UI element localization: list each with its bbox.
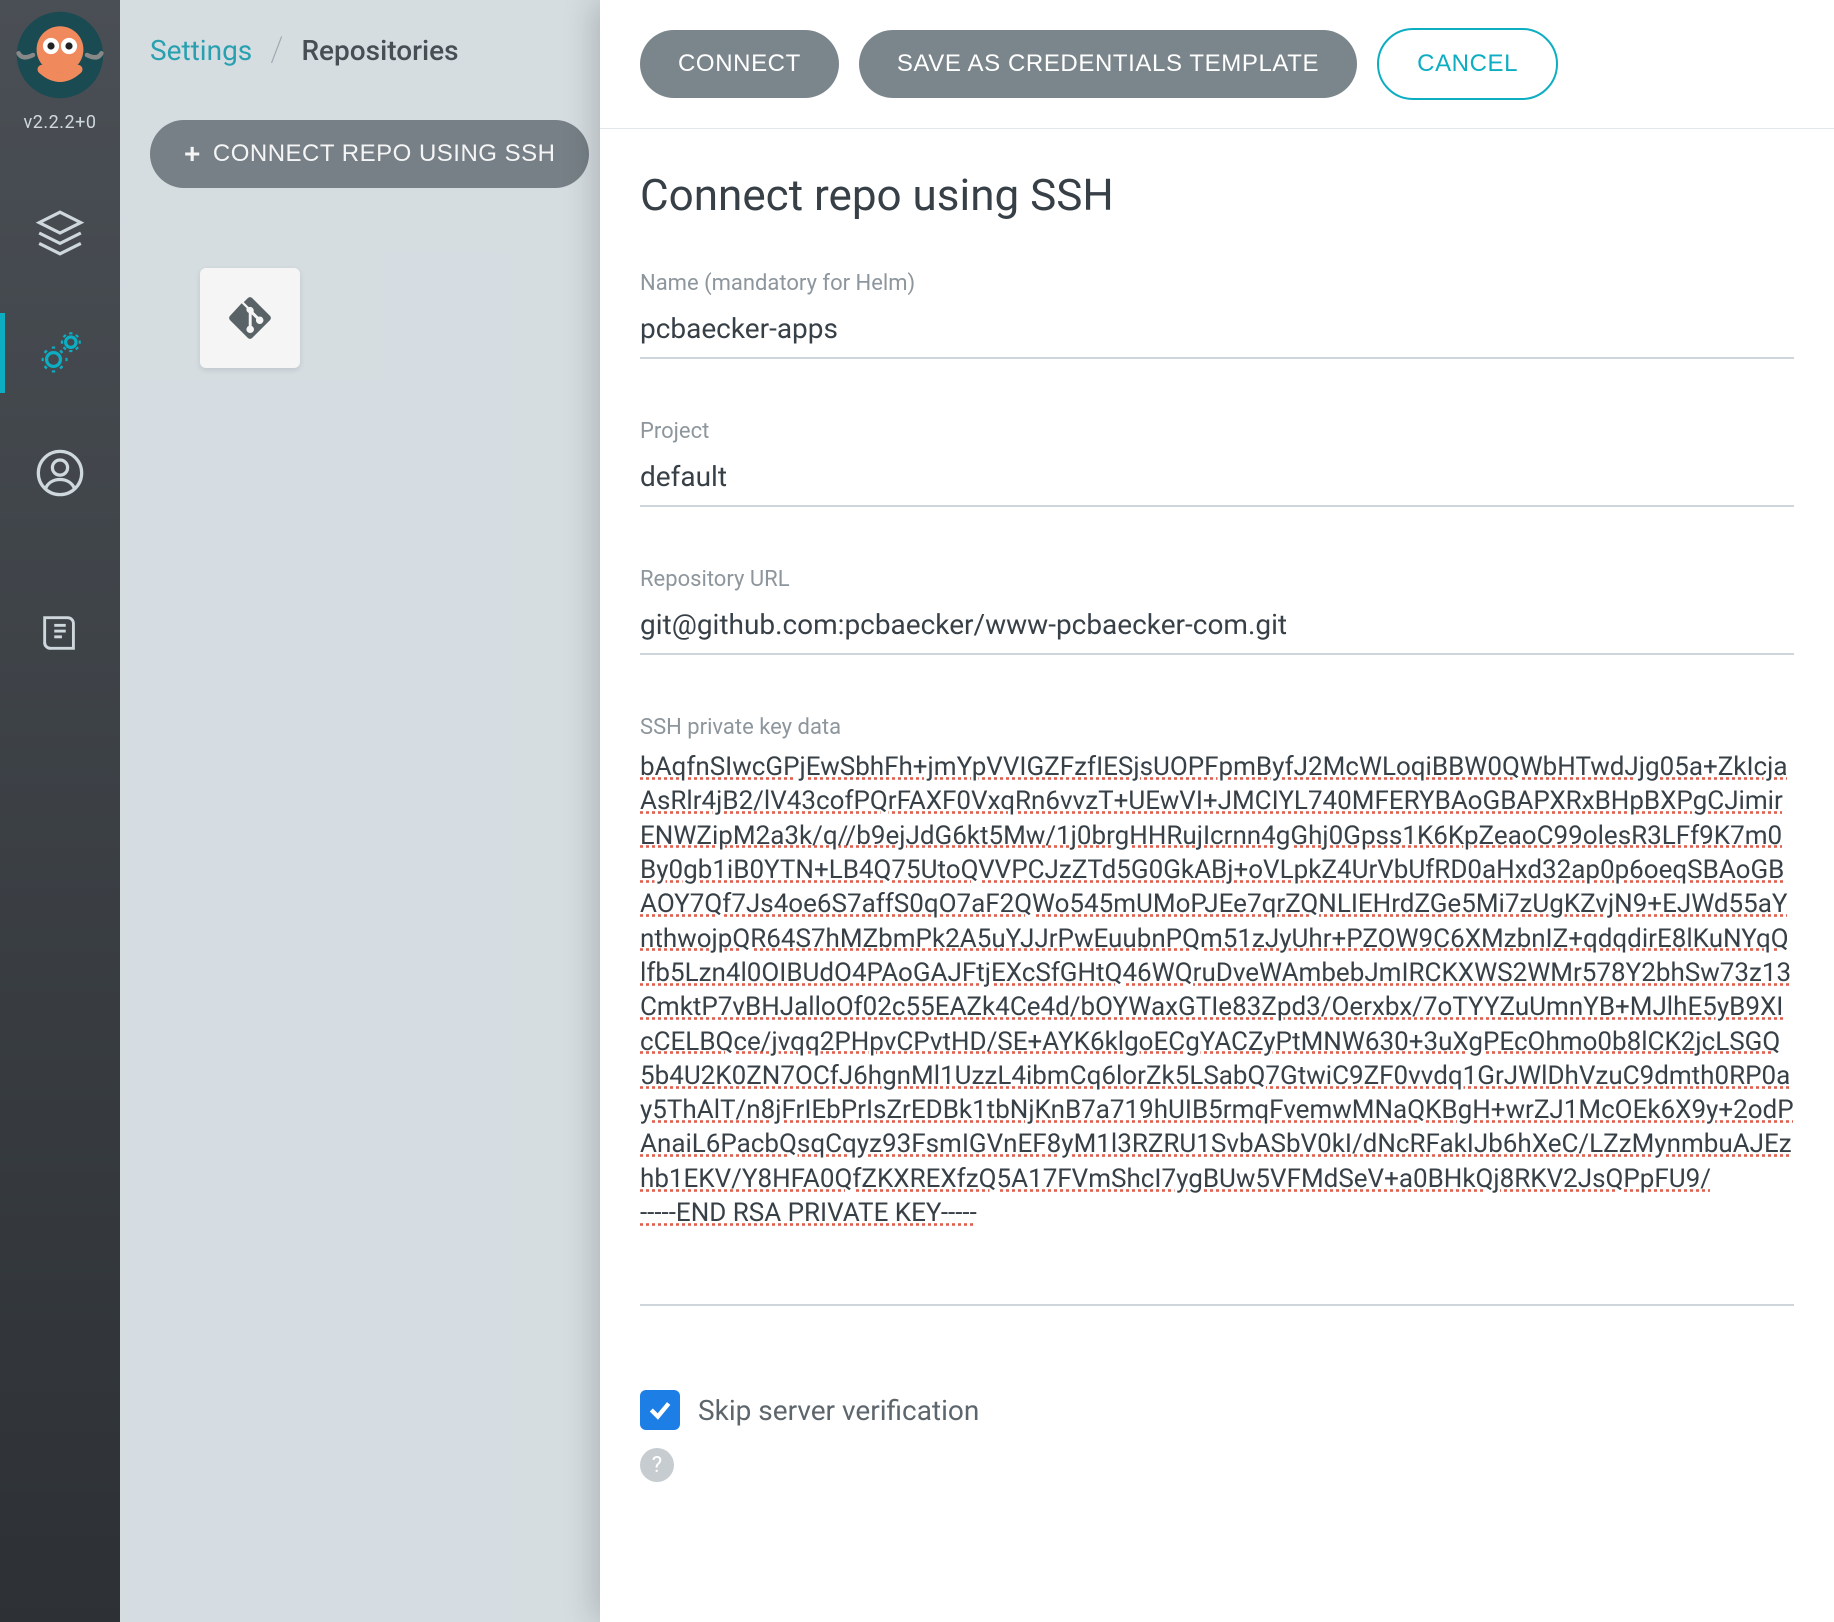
sidebar-item-docs[interactable]: [0, 573, 120, 693]
book-icon: [37, 610, 83, 656]
repo-url-field-label: Repository URL: [640, 567, 1794, 592]
name-field[interactable]: [640, 302, 1794, 359]
panel-header: CONNECT SAVE AS CREDENTIALS TEMPLATE CAN…: [600, 0, 1834, 129]
check-icon: [647, 1397, 673, 1423]
app-version: v2.2.2+0: [15, 112, 105, 133]
git-icon: [225, 293, 275, 343]
app-logo: v2.2.2+0: [15, 0, 105, 133]
connect-repo-panel: CONNECT SAVE AS CREDENTIALS TEMPLATE CAN…: [600, 0, 1834, 1622]
cancel-button[interactable]: CANCEL: [1377, 28, 1558, 100]
panel-title: Connect repo using SSH: [640, 169, 1794, 221]
breadcrumb: Settings / Repositories: [150, 30, 459, 70]
ssh-key-field-label: SSH private key data: [640, 715, 1794, 740]
breadcrumb-separator: /: [270, 30, 283, 70]
ssh-key-field[interactable]: [640, 746, 1794, 1306]
connect-repo-ssh-button[interactable]: + CONNECT REPO USING SSH: [150, 120, 589, 188]
connect-repo-ssh-button-label: CONNECT REPO USING SSH: [213, 140, 556, 168]
save-credentials-template-button[interactable]: SAVE AS CREDENTIALS TEMPLATE: [859, 30, 1357, 98]
repo-card-placeholder: [200, 268, 300, 368]
plus-icon: +: [184, 138, 201, 170]
project-field-label: Project: [640, 419, 1794, 444]
repo-url-field[interactable]: [640, 598, 1794, 655]
breadcrumb-settings-link[interactable]: Settings: [150, 34, 252, 67]
project-field[interactable]: [640, 450, 1794, 507]
skip-server-verification-checkbox[interactable]: [640, 1390, 680, 1430]
sidebar-item-settings[interactable]: [0, 293, 120, 413]
breadcrumb-current: Repositories: [301, 34, 458, 67]
connect-button[interactable]: CONNECT: [640, 30, 839, 98]
skip-server-verification-label: Skip server verification: [698, 1394, 979, 1427]
name-field-label: Name (mandatory for Helm): [640, 271, 1794, 296]
help-icon[interactable]: ?: [640, 1448, 674, 1482]
sidebar-item-applications[interactable]: [0, 173, 120, 293]
gears-icon: [34, 327, 86, 379]
user-icon: [34, 447, 86, 499]
layers-icon: [35, 208, 85, 258]
sidebar-item-user[interactable]: [0, 413, 120, 533]
sidebar: v2.2.2+0: [0, 0, 120, 1622]
